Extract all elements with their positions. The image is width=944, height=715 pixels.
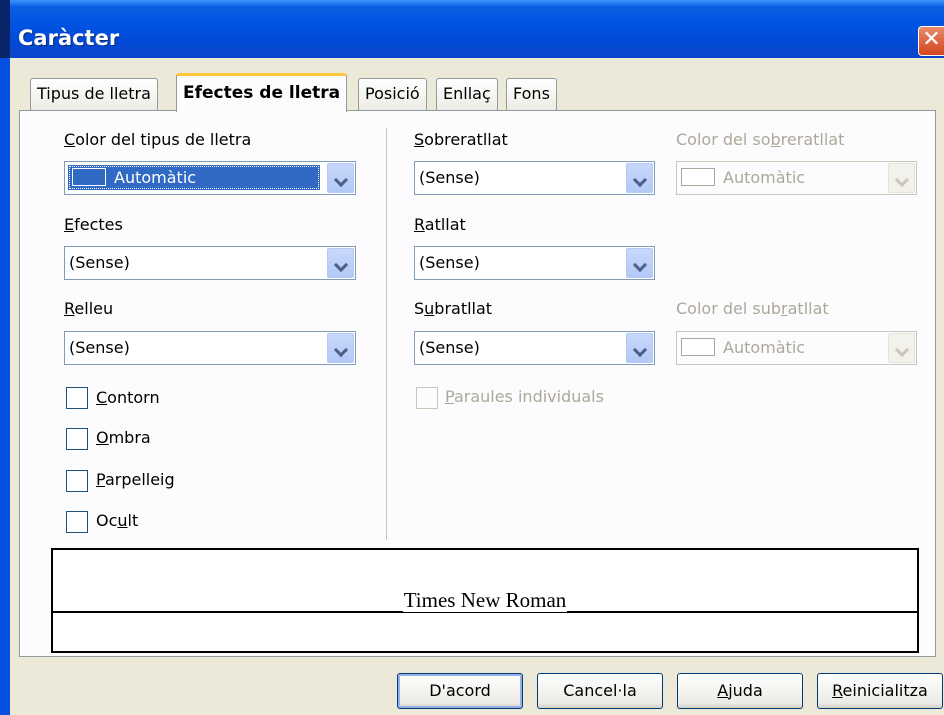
underline-value: (Sense)	[419, 338, 480, 357]
strikethrough-select[interactable]: (Sense)	[414, 246, 655, 280]
tab-label: Tipus de lletra	[37, 84, 151, 103]
reset-label: Reinicialitza	[832, 681, 928, 700]
overline-value: (Sense)	[419, 168, 480, 187]
tab-hyperlink[interactable]: Enllaç	[436, 78, 498, 110]
font-color-select[interactable]: Automàtic	[64, 161, 356, 195]
color-swatch-icon	[681, 338, 715, 356]
tab-label: Efectes de lletra	[183, 83, 341, 103]
relief-select[interactable]: (Sense)	[64, 331, 356, 365]
strikethrough-label: Ratllat	[414, 215, 466, 234]
cancel-button[interactable]: Cancel·la	[537, 673, 663, 709]
overline-color-label: Color del sobreratllat	[676, 130, 845, 149]
close-button[interactable]: ✕	[918, 26, 944, 56]
chevron-down-icon[interactable]	[888, 163, 915, 193]
strikethrough-value: (Sense)	[419, 253, 480, 272]
font-color-value: Automàtic	[68, 165, 320, 190]
effects-label: Efectes	[64, 215, 123, 234]
dialog-title: Caràcter	[18, 26, 120, 50]
hidden-label: Ocult	[96, 511, 139, 530]
color-swatch-icon	[681, 168, 715, 186]
help-button[interactable]: Ajuda	[677, 673, 803, 709]
overline-color-value: Automàtic	[681, 168, 805, 187]
title-bar[interactable]: Caràcter ✕	[0, 0, 944, 58]
blinking-label: Parpelleig	[96, 470, 175, 489]
overline-select[interactable]: (Sense)	[414, 161, 655, 195]
preview-sample-text: Times New Roman	[402, 588, 568, 612]
underline-label: Subratllat	[414, 299, 493, 318]
chevron-down-icon[interactable]	[327, 163, 354, 193]
help-label: Ajuda	[717, 681, 763, 700]
cancel-label: Cancel·la	[563, 681, 637, 700]
shadow-label: Ombra	[96, 428, 151, 447]
effects-select[interactable]: (Sense)	[64, 246, 356, 280]
underline-color-label: Color del subratllat	[676, 299, 829, 318]
relief-label: Relleu	[64, 299, 114, 318]
chevron-down-icon[interactable]	[327, 333, 354, 363]
ok-button[interactable]: D'acord	[397, 673, 523, 709]
hidden-checkbox[interactable]	[66, 511, 88, 533]
outline-label: Contorn	[96, 388, 160, 407]
tab-label: Fons	[513, 84, 550, 103]
font-color-label: Color del tipus de lletra	[64, 130, 252, 149]
chevron-down-icon[interactable]	[626, 248, 653, 278]
color-swatch-icon	[72, 168, 106, 186]
chevron-down-icon[interactable]	[626, 163, 653, 193]
tab-background[interactable]: Fons	[506, 78, 557, 110]
chevron-down-icon[interactable]	[626, 333, 653, 363]
font-preview: Times New Roman	[51, 548, 919, 653]
chevron-down-icon[interactable]	[888, 333, 915, 363]
tab-font[interactable]: Tipus de lletra	[30, 78, 158, 110]
overline-color-select[interactable]: Automàtic	[676, 161, 917, 195]
column-divider	[386, 128, 387, 540]
window-frame-left	[0, 58, 10, 715]
shadow-checkbox[interactable]	[66, 428, 88, 450]
underline-color-select[interactable]: Automàtic	[676, 331, 917, 365]
underline-select[interactable]: (Sense)	[414, 331, 655, 365]
relief-value: (Sense)	[69, 338, 130, 357]
chevron-down-icon[interactable]	[327, 248, 354, 278]
individual-words-label: Paraules individuals	[445, 387, 604, 406]
tab-label: Posició	[365, 84, 420, 103]
outline-checkbox[interactable]	[66, 387, 88, 409]
overline-label: Sobreratllat	[414, 130, 508, 149]
effects-value: (Sense)	[69, 253, 130, 272]
tab-position[interactable]: Posició	[358, 78, 427, 110]
reset-button[interactable]: Reinicialitza	[817, 673, 943, 709]
individual-words-checkbox[interactable]	[416, 387, 438, 409]
tab-font-effects[interactable]: Efectes de lletra	[176, 73, 348, 112]
underline-color-value: Automàtic	[681, 338, 805, 357]
blinking-checkbox[interactable]	[66, 470, 88, 492]
close-icon: ✕	[922, 27, 941, 52]
ok-label: D'acord	[429, 681, 491, 700]
tab-label: Enllaç	[443, 84, 491, 103]
